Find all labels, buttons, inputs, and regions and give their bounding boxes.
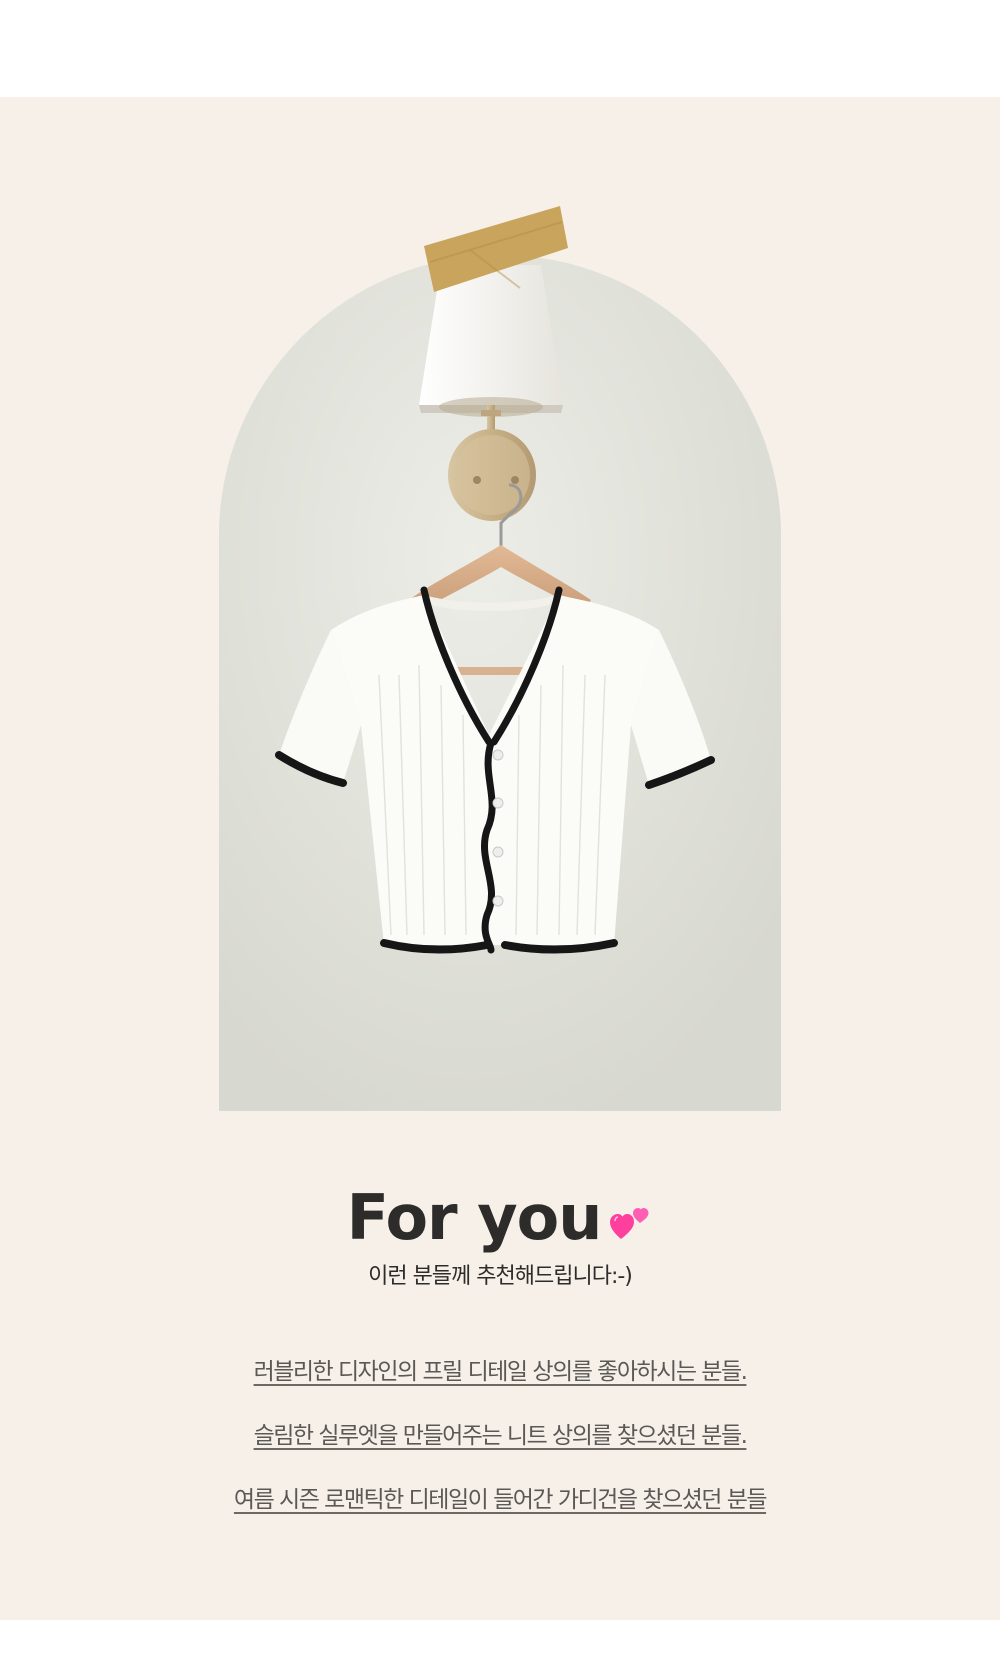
list-item: 러블리한 디자인의 프릴 디테일 상의를 좋아하시는 분들. <box>0 1352 1000 1416</box>
list-item: 슬림한 실루엣을 만들어주는 니트 상의를 찾으셨던 분들. <box>0 1416 1000 1480</box>
recommendation-list: 러블리한 디자인의 프릴 디테일 상의를 좋아하시는 분들. 슬림한 실루엣을 … <box>0 1352 1000 1544</box>
two-hearts-icon <box>610 1208 649 1239</box>
bottom-white-band <box>0 1620 1000 1664</box>
page-subtitle: 이런 분들께 추천해드립니다:-) <box>368 1264 633 1289</box>
recommendation-text: 러블리한 디자인의 프릴 디테일 상의를 좋아하시는 분들. <box>253 1359 748 1385</box>
recommendation-text: 슬림한 실루엣을 만들어주는 니트 상의를 찾으셨던 분들. <box>253 1423 748 1449</box>
recommendation-text: 여름 시즌 로맨틱한 디테일이 들어간 가디건을 찾으셨던 분들 <box>233 1487 768 1513</box>
page-title: For you <box>346 1181 603 1254</box>
product-illustration <box>219 255 781 1111</box>
list-item: 여름 시즌 로맨틱한 디테일이 들어간 가디건을 찾으셨던 분들 <box>0 1480 1000 1544</box>
tape-icon <box>424 206 568 292</box>
product-photo <box>219 255 781 1111</box>
title-row: For you <box>0 1178 1000 1258</box>
